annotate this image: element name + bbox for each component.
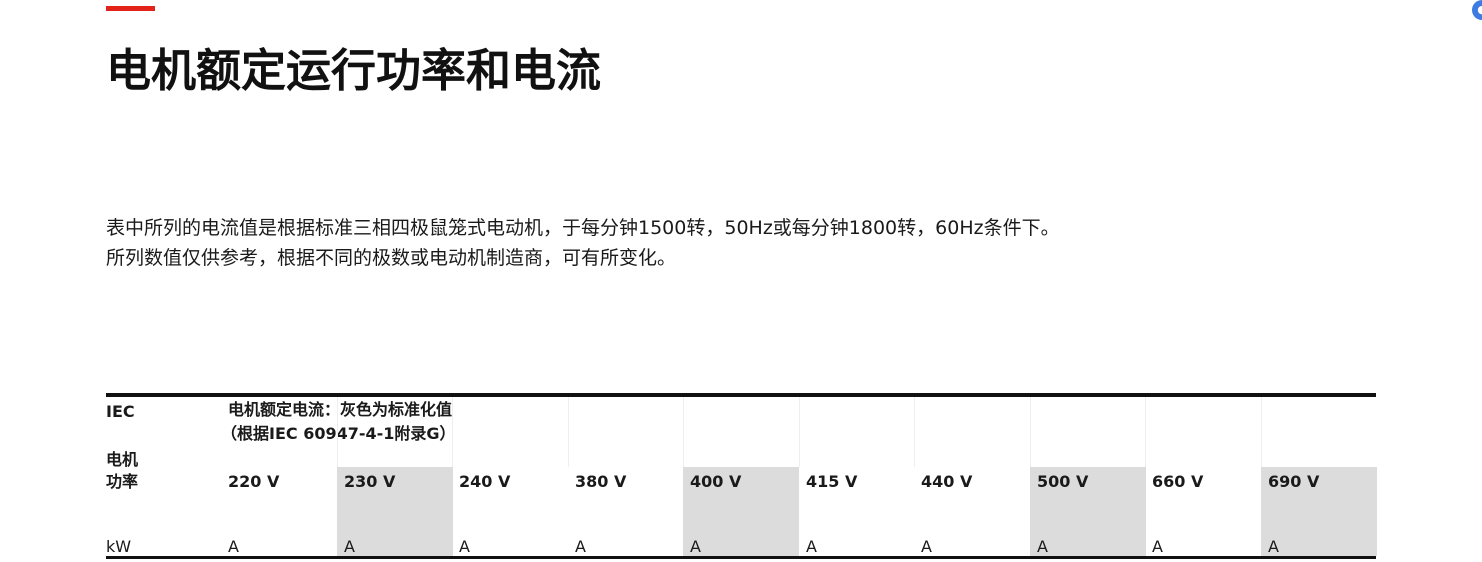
column-separator bbox=[799, 397, 800, 467]
column-separator bbox=[337, 397, 338, 467]
column-separator bbox=[1145, 397, 1146, 467]
current-unit: A bbox=[575, 537, 586, 556]
corner-badge-icon[interactable]: ● bbox=[1472, 0, 1482, 20]
voltage-header: 660 V bbox=[1152, 472, 1204, 491]
column-separator bbox=[683, 397, 684, 467]
voltage-header: 240 V bbox=[459, 472, 511, 491]
motor-label-line-2: 功率 bbox=[106, 472, 139, 491]
voltage-header: 220 V bbox=[228, 472, 280, 491]
column-separator bbox=[1030, 397, 1031, 467]
voltage-header: 230 V bbox=[344, 472, 396, 491]
intro-line-2: 所列数值仅供参考，根据不同的极数或电动机制造商，可有所变化。 bbox=[106, 247, 677, 269]
column-separator bbox=[914, 397, 915, 467]
column-separator bbox=[1261, 397, 1262, 467]
current-unit: A bbox=[921, 537, 932, 556]
current-note: （根据IEC 60947-4-1附录G） bbox=[221, 424, 456, 443]
current-header: 电机额定电流：灰色为标准化值 bbox=[228, 400, 453, 419]
motor-label-line-1: 电机 bbox=[106, 450, 139, 469]
voltage-header: 500 V bbox=[1037, 472, 1089, 491]
current-unit: A bbox=[690, 537, 701, 556]
accent-bar bbox=[106, 6, 155, 11]
power-unit: kW bbox=[106, 537, 132, 556]
intro-paragraph: 表中所列的电流值是根据标准三相四极鼠笼式电动机，于每分钟1500转，50Hz或每… bbox=[106, 213, 1060, 273]
column-separator bbox=[452, 397, 453, 467]
voltage-header: 415 V bbox=[806, 472, 858, 491]
current-unit: A bbox=[228, 537, 239, 556]
current-unit: A bbox=[344, 537, 355, 556]
current-unit: A bbox=[1152, 537, 1163, 556]
motor-current-table: IEC 电机 功率 电机额定电流：灰色为标准化值 （根据IEC 60947-4-… bbox=[106, 393, 1377, 559]
table-bottom-rule bbox=[106, 556, 1376, 559]
current-unit: A bbox=[1037, 537, 1048, 556]
table-top-rule bbox=[106, 393, 1376, 397]
voltage-header: 380 V bbox=[575, 472, 627, 491]
voltage-header: 440 V bbox=[921, 472, 973, 491]
current-unit: A bbox=[459, 537, 470, 556]
intro-line-1: 表中所列的电流值是根据标准三相四极鼠笼式电动机，于每分钟1500转，50Hz或每… bbox=[106, 217, 1060, 239]
current-unit: A bbox=[1268, 537, 1279, 556]
iec-label: IEC bbox=[106, 402, 135, 421]
page-title: 电机额定运行功率和电流 bbox=[106, 44, 602, 97]
voltage-header: 400 V bbox=[690, 472, 742, 491]
voltage-header: 690 V bbox=[1268, 472, 1320, 491]
current-unit: A bbox=[806, 537, 817, 556]
column-separator bbox=[568, 397, 569, 467]
